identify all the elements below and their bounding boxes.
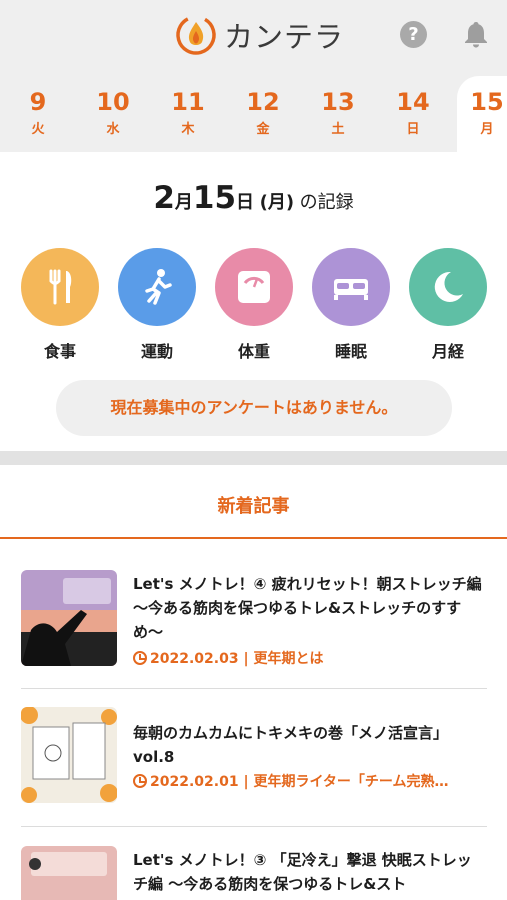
meal-label: 食事 xyxy=(43,342,76,361)
article-thumbnail xyxy=(21,570,117,666)
date-number: 9 xyxy=(29,88,47,116)
date-number: 11 xyxy=(171,88,205,116)
scale-icon xyxy=(238,271,270,303)
period-circle xyxy=(409,248,487,326)
date-number: 15 xyxy=(470,88,504,116)
article-category[interactable]: | 更年期ライター「チーム完熟… xyxy=(243,774,448,790)
moon-icon xyxy=(434,271,463,302)
weight-circle xyxy=(215,248,293,326)
date-item[interactable]: 9火 xyxy=(8,76,68,152)
article-meta: 2022.02.01 | 更年期ライター「チーム完熟… xyxy=(133,771,488,791)
date-weekday: 火 xyxy=(31,122,45,137)
date-number: 12 xyxy=(246,88,280,116)
sleep-button[interactable]: 睡眠 xyxy=(306,248,396,362)
article-date: 2022.02.01 xyxy=(150,774,239,790)
weight-button[interactable]: 体重 xyxy=(209,248,299,362)
meal-circle xyxy=(21,248,99,326)
article-title[interactable]: Let's メノトレ！③ 「足冷え」撃退 快眠ストレッチ編 〜今ある筋肉を保つゆ… xyxy=(133,848,483,896)
stretch-photo-icon xyxy=(21,846,117,900)
new-articles-title: 新着記事 xyxy=(217,496,290,517)
record-weekday: (月) xyxy=(259,192,295,213)
exercise-circle xyxy=(118,248,196,326)
article-thumbnail xyxy=(21,707,117,803)
article-title[interactable]: Let's メノトレ！④ 疲れリセット！朝ストレッチ編 〜今ある筋肉を保つゆるト… xyxy=(133,572,483,644)
running-icon xyxy=(145,269,172,305)
app-logo: カンテラ xyxy=(174,12,344,58)
date-item[interactable]: 13 土 xyxy=(308,76,368,152)
period-button[interactable]: 月経 xyxy=(403,248,493,362)
section-divider xyxy=(0,451,507,465)
date-item[interactable]: 11 木 xyxy=(158,76,218,152)
date-selector: 9火 10 水 11 木 12 金 13 土 14 日 15 月 xyxy=(0,76,507,152)
bed-icon xyxy=(334,279,368,300)
app-name: カンテラ xyxy=(224,20,345,54)
article-separator xyxy=(21,688,487,689)
sleep-label: 睡眠 xyxy=(334,342,367,361)
article-date: 2022.02.03 xyxy=(150,651,239,667)
record-month: 2 xyxy=(153,180,175,216)
date-number: 14 xyxy=(396,88,430,116)
date-number: 10 xyxy=(96,88,130,116)
date-item[interactable]: 12 金 xyxy=(233,76,293,152)
record-date-title: 2月15日 (月) の記録 xyxy=(0,180,507,216)
survey-notice: 現在募集中のアンケートはありません。 xyxy=(56,380,452,436)
date-item[interactable]: 10 水 xyxy=(83,76,143,152)
illustration-thumbnail-icon xyxy=(21,707,117,803)
article-thumbnail xyxy=(21,846,117,900)
article-category[interactable]: | 更年期とは xyxy=(243,651,323,667)
record-month-unit: 月 xyxy=(174,192,193,213)
article-meta: 2022.02.03 | 更年期とは xyxy=(133,648,488,668)
weight-label: 体重 xyxy=(237,342,270,361)
article-title[interactable]: 毎朝のカムカムにトキメキの巻「メノ活宣言」vol.8 xyxy=(133,721,483,769)
meal-button[interactable]: 食事 xyxy=(15,248,105,362)
date-weekday: 木 xyxy=(181,122,195,137)
date-weekday: 土 xyxy=(331,122,345,137)
date-number: 13 xyxy=(321,88,355,116)
record-suffix: の記録 xyxy=(299,192,354,213)
record-categories: 食事 運動 体重 睡眠 月経 xyxy=(0,248,507,363)
stretch-photo-icon xyxy=(21,570,117,666)
period-label: 月経 xyxy=(431,342,464,361)
article-separator xyxy=(21,826,487,827)
bell-icon[interactable] xyxy=(463,20,489,48)
question-icon[interactable]: ? xyxy=(400,21,427,48)
kantera-logo-icon xyxy=(176,15,216,55)
date-item-selected[interactable]: 15 月 xyxy=(457,76,507,152)
exercise-label: 運動 xyxy=(140,342,173,361)
date-weekday: 月 xyxy=(480,122,494,137)
record-day-unit: 日 xyxy=(236,192,255,213)
date-item[interactable]: 14 日 xyxy=(383,76,443,152)
date-weekday: 日 xyxy=(406,122,420,137)
fork-knife-icon xyxy=(49,269,72,305)
clock-icon xyxy=(133,651,147,665)
section-underline xyxy=(0,537,507,539)
app-header: カンテラ ? 9火 10 水 11 木 12 金 13 土 14 日 15 月 xyxy=(0,0,507,152)
date-weekday: 水 xyxy=(106,122,120,137)
date-weekday: 金 xyxy=(256,122,270,137)
clock-icon xyxy=(133,774,147,788)
sleep-circle xyxy=(312,248,390,326)
exercise-button[interactable]: 運動 xyxy=(112,248,202,362)
record-day: 15 xyxy=(192,180,237,216)
